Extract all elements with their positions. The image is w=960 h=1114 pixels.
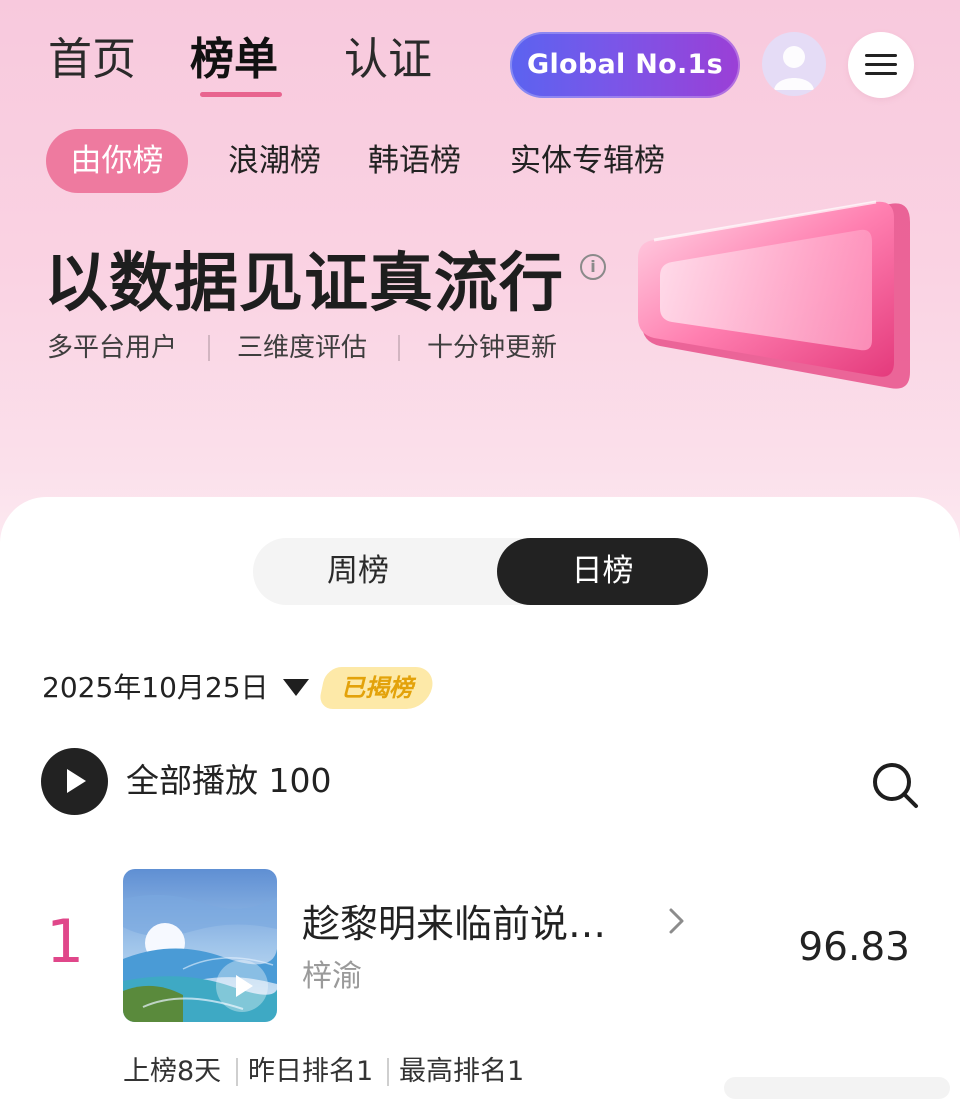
song-title[interactable]: 趁黎明来临前说… [302,898,642,950]
nav-home[interactable]: 首页 [48,30,136,90]
hero-title: 以数据见证真流行 [44,247,564,321]
caret-down-icon[interactable] [283,679,309,696]
global-no1s-button[interactable]: Global No.1s [510,32,740,98]
hamburger-icon-line [865,72,897,75]
chevron-right-icon[interactable] [666,907,688,935]
peak-rank: 最高排名1 [399,1056,525,1087]
status-badge: 已揭榜 [341,674,413,702]
nav-charts[interactable]: 榜单 [190,30,278,90]
meta-divider [387,1058,389,1086]
search-icon[interactable] [870,760,920,810]
nav-active-indicator [200,92,282,97]
user-avatar-icon [774,46,814,90]
menu-button[interactable] [848,32,914,98]
chart-date[interactable]: 2025年10月25日 [42,668,269,708]
meta-divider [236,1058,238,1086]
play-all-label[interactable]: 全部播放 100 [126,758,331,804]
toggle-daily[interactable]: 日榜 [497,538,708,605]
avatar[interactable] [762,32,826,96]
hamburger-icon [865,54,897,57]
info-icon[interactable]: i [580,254,606,280]
nav-verify[interactable]: 认证 [344,30,432,90]
song-artist[interactable]: 梓渝 [302,956,362,998]
tab-youni-chart[interactable]: 由你榜 [46,129,188,193]
watermark [724,1077,950,1099]
tab-physical-album-chart[interactable]: 实体专辑榜 [510,129,665,193]
play-all-button[interactable] [41,748,108,815]
hero-feature: 三维度评估 [237,333,368,363]
rank-number: 1 [46,907,85,977]
hero-feature: 十分钟更新 [427,333,558,363]
hero-divider [208,335,210,361]
days-on-chart: 上榜8天 [123,1056,222,1087]
song-score: 96.83 [798,925,910,970]
hamburger-icon-line [865,63,897,66]
tab-korean-chart[interactable]: 韩语榜 [368,129,461,193]
cover-play-icon[interactable] [216,960,268,1012]
yesterday-rank: 昨日排名1 [248,1056,374,1087]
hero-divider [398,335,400,361]
hero-feature: 多平台用户 [47,333,178,363]
toggle-weekly[interactable]: 周榜 [253,538,463,605]
tab-wave-chart[interactable]: 浪潮榜 [228,129,321,193]
play-logo-3d-icon [638,200,910,389]
